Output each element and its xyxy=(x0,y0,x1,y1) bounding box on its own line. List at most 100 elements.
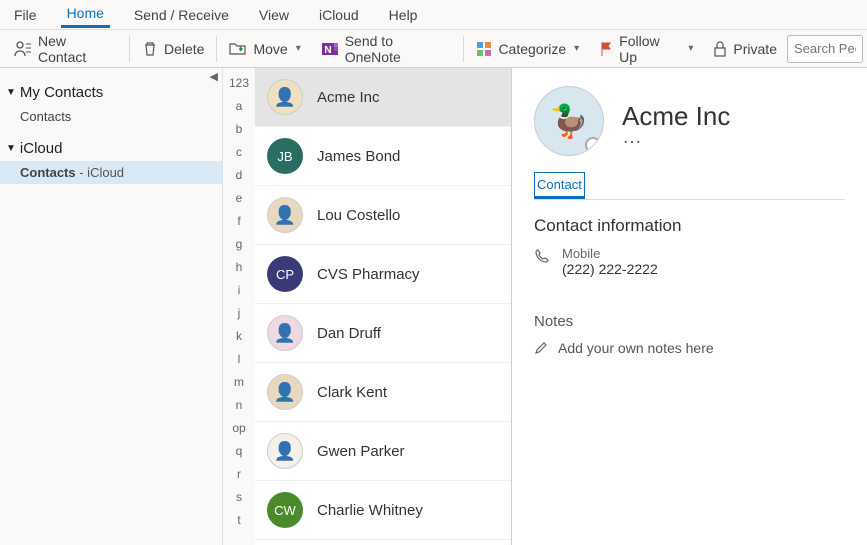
detail-tabs: Contact xyxy=(534,172,845,200)
contact-name: James Bond xyxy=(317,148,400,165)
alpha-index-letter[interactable]: 123 xyxy=(223,72,255,95)
detail-header: 🦆 Acme Inc … xyxy=(534,86,845,156)
ribbon-toolbar: New Contact Delete Move ▾ N Send to OneN… xyxy=(0,30,867,68)
avatar xyxy=(267,433,303,469)
notes-heading: Notes xyxy=(534,313,845,330)
avatar: CW xyxy=(267,492,303,528)
alpha-index-letter[interactable]: g xyxy=(223,233,255,256)
tab-view[interactable]: View xyxy=(253,3,295,27)
alpha-index-letter[interactable]: op xyxy=(223,417,255,440)
contact-name: Dan Druff xyxy=(317,325,381,342)
chevron-down-icon: ▾ xyxy=(296,43,301,54)
alpha-index-letter[interactable]: i xyxy=(223,279,255,302)
alpha-index-letter[interactable]: d xyxy=(223,164,255,187)
detail-tab-contact[interactable]: Contact xyxy=(534,172,585,199)
chevron-down-icon: ▾ xyxy=(574,43,579,54)
move-button[interactable]: Move ▾ xyxy=(219,30,310,68)
contact-name: Clark Kent xyxy=(317,384,387,401)
phone-icon xyxy=(534,248,550,264)
sidebar-item[interactable]: Contacts - iCloud xyxy=(0,161,222,184)
follow-up-button[interactable]: Follow Up ▾ xyxy=(589,30,703,68)
categorize-button[interactable]: Categorize ▾ xyxy=(466,30,589,68)
presence-indicator xyxy=(585,137,601,153)
tab-send-receive[interactable]: Send / Receive xyxy=(128,3,235,27)
alpha-index-letter[interactable]: a xyxy=(223,95,255,118)
private-button[interactable]: Private xyxy=(703,30,787,68)
alpha-index: 123abcdefghijklmnopqrst xyxy=(223,68,255,545)
alpha-index-letter[interactable]: h xyxy=(223,256,255,279)
onenote-label: Send to OneNote xyxy=(345,33,452,65)
contact-name: Lou Costello xyxy=(317,207,400,224)
collapse-sidebar-button[interactable]: ◀ xyxy=(210,70,218,83)
tab-icloud[interactable]: iCloud xyxy=(313,3,365,27)
categorize-icon xyxy=(476,41,492,57)
alpha-index-letter[interactable]: j xyxy=(223,302,255,325)
alpha-index-letter[interactable]: m xyxy=(223,371,255,394)
contact-row[interactable]: Gwen Parker xyxy=(255,422,511,481)
alpha-index-letter[interactable]: t xyxy=(223,509,255,532)
contact-row[interactable]: Clark Kent xyxy=(255,363,511,422)
alpha-index-letter[interactable]: k xyxy=(223,325,255,348)
separator xyxy=(129,36,130,62)
person-list-icon xyxy=(14,40,32,58)
delete-label: Delete xyxy=(164,41,204,57)
main-area: ◀ ▼My ContactsContacts▼iCloudContacts - … xyxy=(0,68,867,545)
alpha-index-letter[interactable]: r xyxy=(223,463,255,486)
alpha-index-letter[interactable]: s xyxy=(223,486,255,509)
chevron-down-icon: ▼ xyxy=(6,87,16,98)
contact-list[interactable]: Acme IncJBJames Bond Lou Costello CP CVS Ph… xyxy=(255,68,511,545)
notes-placeholder: Add your own notes here xyxy=(558,340,714,356)
new-contact-button[interactable]: New Contact xyxy=(4,30,127,68)
contact-row[interactable]: JBJames Bond xyxy=(255,127,511,186)
sidebar-item[interactable]: Contacts xyxy=(0,105,222,128)
follow-up-label: Follow Up xyxy=(619,33,680,65)
separator xyxy=(216,36,217,62)
alpha-index-letter[interactable]: l xyxy=(223,348,255,371)
private-label: Private xyxy=(733,41,777,57)
flag-icon xyxy=(599,41,613,57)
avatar xyxy=(267,374,303,410)
sidebar-group-header[interactable]: ▼My Contacts xyxy=(0,80,222,105)
alpha-index-letter[interactable]: n xyxy=(223,394,255,417)
contact-detail-pane: 🦆 Acme Inc … Contact Contact information… xyxy=(512,68,867,545)
sidebar-group-header[interactable]: ▼iCloud xyxy=(0,136,222,161)
chevron-down-icon: ▾ xyxy=(688,43,693,54)
alpha-index-letter[interactable]: f xyxy=(223,210,255,233)
pencil-icon xyxy=(534,341,548,355)
lock-icon xyxy=(713,41,727,57)
send-to-onenote-button[interactable]: N Send to OneNote xyxy=(311,30,462,68)
alpha-index-letter[interactable]: c xyxy=(223,141,255,164)
alpha-index-letter[interactable]: e xyxy=(223,187,255,210)
contact-row[interactable]: Lou Costello xyxy=(255,186,511,245)
avatar xyxy=(267,315,303,351)
notes-row[interactable]: Add your own notes here xyxy=(534,340,845,356)
phone-value[interactable]: (222) 222-2222 xyxy=(562,261,658,277)
alpha-index-letter[interactable]: q xyxy=(223,440,255,463)
phone-row: Mobile (222) 222-2222 xyxy=(534,246,845,277)
separator xyxy=(463,36,464,62)
search-people-input[interactable] xyxy=(787,35,863,63)
contact-row[interactable]: Acme Inc xyxy=(255,68,511,127)
onenote-icon: N xyxy=(321,40,339,58)
new-contact-label: New Contact xyxy=(38,33,117,65)
trash-icon xyxy=(142,41,158,57)
tab-home[interactable]: Home xyxy=(61,1,110,28)
avatar: CP xyxy=(267,256,303,292)
tab-help[interactable]: Help xyxy=(383,3,424,27)
avatar xyxy=(267,197,303,233)
phone-label: Mobile xyxy=(562,246,658,261)
contact-name: CVS Pharmacy xyxy=(317,266,420,283)
delete-button[interactable]: Delete xyxy=(132,30,214,68)
folder-move-icon xyxy=(229,41,247,57)
categorize-label: Categorize xyxy=(498,41,566,57)
chevron-down-icon: ▼ xyxy=(6,143,16,154)
contact-row[interactable]: Dan Druff xyxy=(255,304,511,363)
tab-file[interactable]: File xyxy=(8,3,43,27)
contact-list-column: 123abcdefghijklmnopqrst Acme IncJBJames … xyxy=(223,68,512,545)
contact-name: Charlie Whitney xyxy=(317,502,423,519)
contact-row[interactable]: CW Charlie Whitney xyxy=(255,481,511,540)
contact-row[interactable]: CP CVS Pharmacy xyxy=(255,245,511,304)
nav-sidebar: ◀ ▼My ContactsContacts ▼iCloudContacts - … xyxy=(0,68,223,545)
contact-name: Gwen Parker xyxy=(317,443,405,460)
alpha-index-letter[interactable]: b xyxy=(223,118,255,141)
